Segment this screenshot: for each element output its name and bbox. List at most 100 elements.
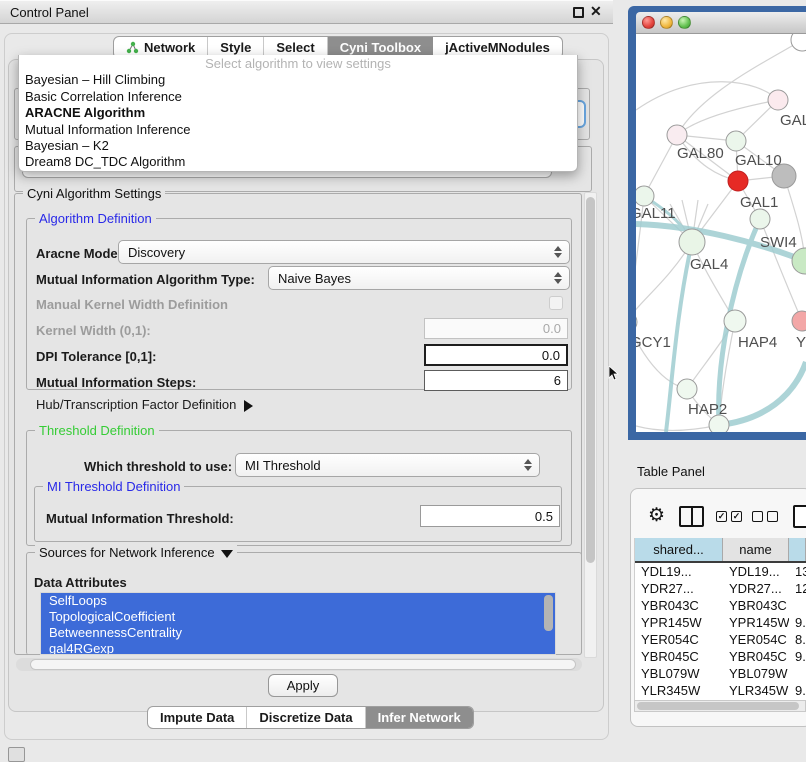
stepper-icon — [554, 272, 562, 284]
node-label: GCY1 — [636, 334, 671, 351]
table-row[interactable]: YER054CYER054C8. — [635, 631, 806, 648]
unchecked-boxes-icon[interactable] — [752, 511, 778, 522]
table-row[interactable]: YLR345WYLR345W9. — [635, 682, 806, 699]
column-header-name[interactable]: name — [723, 538, 789, 561]
split-view-icon[interactable] — [679, 506, 704, 527]
dropdown-item[interactable]: Dream8 DC_TDC Algorithm — [19, 154, 577, 170]
aracne-mode-label: Aracne Mode: — [36, 246, 122, 261]
dpi-tolerance-field[interactable]: 0.0 — [424, 344, 568, 366]
node-swi4[interactable] — [750, 209, 770, 229]
dpi-tolerance-label: DPI Tolerance [0,1]: — [36, 349, 156, 364]
network-graph: GAL GAL80 GAL10 GAL1 GAL11 SWI4 GAL4 GCY… — [636, 34, 806, 432]
node-gal80[interactable] — [667, 125, 687, 145]
stepper-icon — [524, 459, 532, 471]
manual-kernel-label: Manual Kernel Width Definition — [36, 297, 228, 312]
node-label: Y — [796, 334, 806, 351]
mi-threshold-label: Mutual Information Threshold: — [46, 511, 234, 526]
list-scrollbar[interactable] — [544, 595, 553, 631]
mi-type-combo[interactable]: Naive Bayes — [268, 266, 570, 290]
node-label: GAL80 — [677, 145, 724, 162]
cyni-algorithm-settings-title: Cyni Algorithm Settings — [23, 186, 165, 201]
node-label: GAL11 — [636, 205, 676, 222]
list-item[interactable]: TopologicalCoefficient — [41, 609, 555, 625]
node-label: SWI4 — [760, 234, 797, 251]
table-row[interactable]: YDL19...YDL19...13 — [635, 563, 806, 580]
node-table[interactable]: shared... name YDL19...YDL19...13 YDR27.… — [634, 538, 806, 701]
node-gal[interactable] — [768, 90, 788, 110]
collapse-arrow-icon — [221, 550, 233, 558]
network-canvas[interactable]: GAL GAL80 GAL10 GAL1 GAL11 SWI4 GAL4 GCY… — [636, 34, 806, 432]
node-label: GAL10 — [735, 152, 782, 169]
node-gal1[interactable] — [728, 171, 748, 191]
tab-discretize-data[interactable]: Discretize Data — [247, 707, 365, 728]
node-hap2[interactable] — [677, 379, 697, 399]
node[interactable] — [791, 34, 806, 51]
mi-steps-field[interactable]: 6 — [424, 370, 568, 391]
node-gcy1[interactable] — [636, 312, 637, 332]
node-salmon[interactable] — [792, 311, 806, 331]
mi-threshold-field[interactable]: 0.5 — [420, 505, 560, 527]
network-icon — [126, 41, 139, 54]
node-hap4[interactable] — [724, 310, 746, 332]
control-panel-titlebar: Control Panel ✕ — [0, 0, 613, 24]
list-item[interactable]: gal4RGexp — [41, 641, 555, 655]
sources-title[interactable]: Sources for Network Inference — [35, 545, 237, 560]
dropdown-item[interactable]: Mutual Information Inference — [19, 122, 577, 138]
float-window-icon[interactable] — [573, 7, 584, 18]
table-row[interactable]: YBR043CYBR043C — [635, 597, 806, 614]
stepper-icon — [554, 246, 562, 258]
table-header: shared... name — [635, 538, 806, 563]
node-label: HAP2 — [688, 401, 727, 418]
manual-kernel-checkbox[interactable] — [549, 296, 563, 310]
table-row[interactable]: YDR27...YDR27...12 — [635, 580, 806, 597]
table-row[interactable]: YBL079WYBL079W — [635, 665, 806, 682]
dropdown-item[interactable]: Basic Correlation Inference — [19, 89, 577, 105]
traffic-zoom-icon[interactable] — [678, 16, 691, 29]
expand-arrow-icon — [244, 400, 253, 412]
aracne-mode-combo[interactable]: Discovery — [118, 240, 570, 264]
cyni-bottom-tabbar: Impute Data Discretize Data Infer Networ… — [147, 706, 474, 729]
tab-infer-network[interactable]: Infer Network — [366, 707, 473, 728]
node-gal4[interactable] — [679, 229, 705, 255]
node-gal10[interactable] — [726, 131, 746, 151]
table-row[interactable]: YBR045CYBR045C9. — [635, 648, 806, 665]
kernel-width-label: Kernel Width (0,1): — [36, 323, 151, 338]
kernel-width-field: 0.0 — [424, 318, 568, 339]
mouse-cursor-icon — [608, 366, 620, 382]
hub-definition-expander[interactable]: Hub/Transcription Factor Definition — [36, 397, 253, 412]
settings-vertical-scrollbar[interactable] — [584, 192, 597, 658]
mi-type-label: Mutual Information Algorithm Type: — [36, 272, 255, 287]
settings-horizontal-scrollbar[interactable] — [16, 658, 582, 671]
dropdown-item-selected[interactable]: ARACNE Algorithm — [19, 105, 577, 121]
node-gal11[interactable] — [636, 186, 654, 206]
dropdown-item[interactable]: Bayesian – Hill Climbing — [19, 72, 577, 88]
node-label: HAP4 — [738, 334, 777, 351]
close-icon[interactable]: ✕ — [590, 3, 602, 20]
list-item[interactable]: SelfLoops — [41, 593, 555, 609]
traffic-close-icon[interactable] — [642, 16, 655, 29]
threshold-definition-title: Threshold Definition — [35, 423, 159, 438]
document-icon[interactable] — [793, 505, 806, 528]
table-horizontal-scrollbar[interactable] — [634, 700, 806, 712]
node-green[interactable] — [792, 248, 806, 274]
list-item[interactable]: BetweennessCentrality — [41, 625, 555, 641]
apply-button[interactable]: Apply — [268, 674, 338, 697]
control-panel-title: Control Panel — [10, 5, 89, 20]
traffic-minimize-icon[interactable] — [660, 16, 673, 29]
minimized-panel-icon[interactable] — [8, 747, 25, 762]
column-header-shared[interactable]: shared... — [635, 538, 723, 561]
mi-threshold-title: MI Threshold Definition — [43, 479, 184, 494]
gear-icon[interactable]: ⚙ — [648, 504, 665, 527]
tab-impute-data[interactable]: Impute Data — [148, 707, 247, 728]
algorithm-definition-title: Algorithm Definition — [35, 211, 156, 226]
which-threshold-combo[interactable]: MI Threshold — [235, 453, 540, 477]
table-panel-title: Table Panel — [637, 464, 705, 479]
column-header-third[interactable] — [789, 538, 806, 561]
node-label: GAL1 — [740, 194, 778, 211]
data-attributes-label: Data Attributes — [34, 575, 127, 590]
dropdown-item[interactable]: Bayesian – K2 — [19, 138, 577, 154]
data-attributes-list[interactable]: SelfLoops TopologicalCoefficient Between… — [40, 592, 556, 655]
table-row[interactable]: YPR145WYPR145W9. — [635, 614, 806, 631]
checked-boxes-icon[interactable]: ✓✓ — [716, 511, 742, 522]
mi-steps-label: Mutual Information Steps: — [36, 375, 196, 390]
